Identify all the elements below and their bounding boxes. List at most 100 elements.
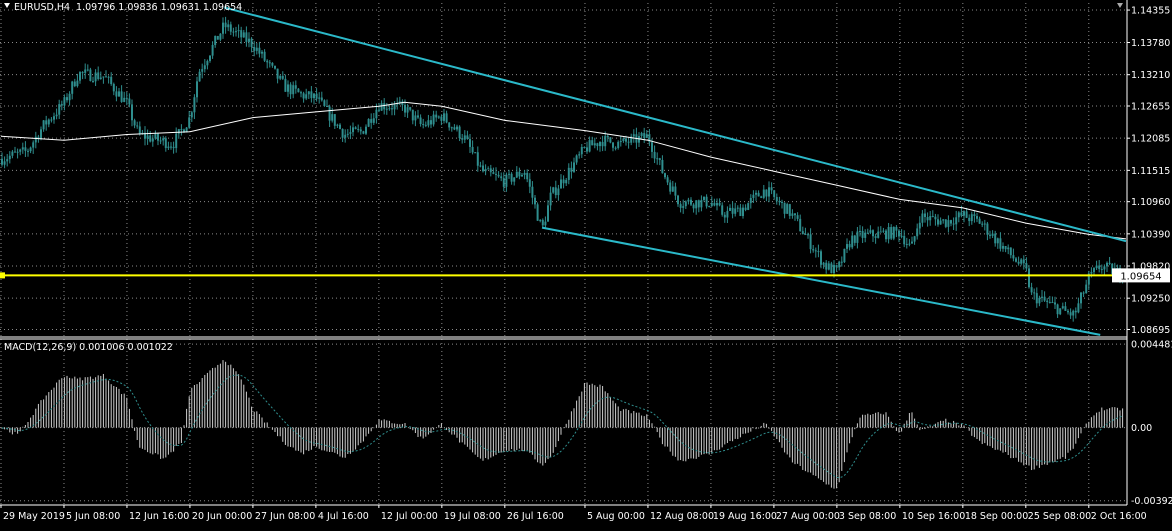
candle-body bbox=[521, 174, 523, 177]
candle-body bbox=[729, 207, 731, 211]
candle-body bbox=[705, 196, 708, 207]
candle-body bbox=[326, 106, 328, 108]
candle-body bbox=[983, 223, 986, 225]
candle-body bbox=[632, 134, 635, 137]
candle-body bbox=[385, 108, 388, 110]
candle-body bbox=[1002, 246, 1004, 249]
candle-body bbox=[453, 127, 456, 130]
candle-body bbox=[487, 168, 490, 170]
candle-body bbox=[300, 92, 302, 94]
candle-body bbox=[222, 22, 224, 34]
current-price-label: 1.09654 bbox=[1120, 271, 1161, 282]
candle-body bbox=[164, 138, 167, 149]
candle-body bbox=[128, 98, 131, 105]
candle-body bbox=[193, 97, 196, 113]
candle-body bbox=[528, 179, 531, 187]
candle-body bbox=[1035, 293, 1038, 304]
candle-body bbox=[497, 174, 500, 177]
candle-body bbox=[656, 158, 659, 160]
candle-body bbox=[482, 165, 484, 172]
candle-body bbox=[833, 265, 835, 274]
candle-body bbox=[240, 30, 243, 38]
macd-tick-label: -0.003925 bbox=[1131, 496, 1172, 507]
time-tick-label: 19 Aug 16:00 bbox=[713, 511, 777, 522]
candle-body bbox=[942, 219, 945, 221]
candle-body bbox=[469, 138, 471, 147]
candle-body bbox=[950, 220, 952, 224]
candle-body bbox=[432, 114, 435, 125]
candle-body bbox=[700, 199, 703, 208]
candle-body bbox=[159, 140, 162, 142]
candle-body bbox=[266, 60, 269, 63]
candle-body bbox=[744, 207, 747, 210]
candle-body bbox=[1025, 263, 1028, 269]
candle-body bbox=[853, 235, 856, 243]
candle-body bbox=[484, 168, 487, 172]
candle-body bbox=[887, 227, 890, 240]
candle-body bbox=[554, 187, 557, 196]
candle-body bbox=[640, 133, 643, 137]
candle-body bbox=[601, 142, 604, 147]
candle-body bbox=[437, 116, 440, 118]
candle-body bbox=[916, 228, 919, 237]
chart-canvas[interactable]: 1.14355 1.13780 1.13210 1.12655 1.12085 1.115… bbox=[0, 0, 1172, 527]
price-tick-label: 1.14355 bbox=[1131, 6, 1170, 17]
candle-body bbox=[814, 250, 817, 252]
candle-body bbox=[682, 206, 685, 208]
candle-body bbox=[133, 120, 136, 126]
candle-body bbox=[253, 46, 256, 51]
candle-body bbox=[29, 147, 32, 152]
candle-body bbox=[934, 216, 937, 220]
candle-body bbox=[976, 216, 978, 219]
candle-body bbox=[952, 223, 955, 225]
candle-body bbox=[625, 138, 627, 142]
candle-body bbox=[586, 147, 588, 152]
candle-body bbox=[757, 192, 760, 197]
candle-body bbox=[617, 141, 620, 148]
price-tick-label: 1.09250 bbox=[1131, 294, 1170, 305]
candle-body bbox=[125, 97, 128, 99]
candle-body bbox=[123, 97, 126, 102]
trading-chart[interactable]: 1.14355 1.13780 1.13210 1.12655 1.12085 1.115… bbox=[0, 0, 1172, 527]
candle-body bbox=[1077, 303, 1080, 313]
line-handle-left[interactable] bbox=[0, 272, 5, 279]
candle-body bbox=[1054, 302, 1056, 305]
candle-body bbox=[94, 72, 97, 82]
price-tick-label: 1.08695 bbox=[1131, 325, 1170, 336]
candle-body bbox=[445, 113, 448, 123]
candle-body bbox=[346, 133, 349, 135]
candle-body bbox=[216, 35, 219, 40]
candle-body bbox=[762, 189, 765, 198]
candle-body bbox=[500, 176, 503, 179]
candle-body bbox=[965, 211, 968, 218]
candle-body bbox=[53, 116, 55, 120]
candle-body bbox=[989, 234, 991, 236]
candle-body bbox=[690, 199, 692, 205]
current-price-tag: 1.09654 bbox=[1112, 268, 1170, 283]
candle-body bbox=[723, 214, 726, 218]
candle-body bbox=[6, 159, 9, 162]
candle-body bbox=[120, 91, 123, 102]
time-tick-label: 27 Jun 08:00 bbox=[255, 511, 315, 522]
candle-body bbox=[97, 72, 100, 79]
candle-body bbox=[279, 75, 282, 79]
candle-body bbox=[929, 216, 932, 221]
candle-body bbox=[365, 126, 367, 134]
candle-body bbox=[752, 194, 755, 198]
candle-body bbox=[846, 244, 848, 249]
price-tick-label: 1.11515 bbox=[1131, 166, 1170, 177]
candle-body bbox=[518, 171, 521, 177]
candle-body bbox=[357, 128, 360, 130]
candle-body bbox=[687, 199, 690, 202]
candle-body bbox=[489, 168, 492, 173]
candle-body bbox=[788, 204, 791, 216]
candle-body bbox=[541, 219, 544, 226]
candle-body bbox=[773, 190, 776, 198]
candle-body bbox=[3, 161, 6, 165]
candle-body bbox=[703, 196, 705, 200]
candle-body bbox=[591, 140, 594, 146]
candle-body bbox=[645, 134, 648, 138]
candle-body bbox=[765, 189, 768, 197]
candle-body bbox=[612, 142, 614, 148]
candle-body bbox=[872, 230, 874, 237]
